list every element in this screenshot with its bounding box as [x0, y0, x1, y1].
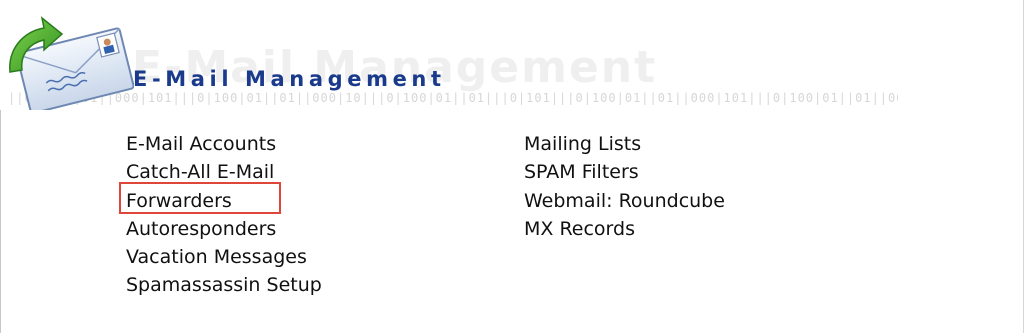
panel-border-left — [0, 110, 1, 333]
link-mx-records[interactable]: MX Records — [524, 215, 725, 243]
envelope-with-arrow-icon — [9, 16, 134, 110]
links-column-right: Mailing Lists SPAM Filters Webmail: Roun… — [524, 130, 725, 243]
page-title: E-Mail Management — [133, 67, 446, 91]
link-catch-all-email[interactable]: Catch-All E-Mail — [126, 158, 322, 186]
email-management-panel: E-Mail Management ||00|01||01||000|101||… — [0, 0, 1024, 333]
link-forwarders[interactable]: Forwarders — [126, 187, 322, 215]
header-binary-decoration: ||00|01||01||000|101|||0|100|01||01||000… — [8, 91, 898, 105]
links-column-left: E-Mail Accounts Catch-All E-Mail Forward… — [126, 130, 322, 300]
link-spam-filters[interactable]: SPAM Filters — [524, 158, 725, 186]
link-vacation-messages[interactable]: Vacation Messages — [126, 243, 322, 271]
link-webmail-roundcube[interactable]: Webmail: Roundcube — [524, 187, 725, 215]
link-mailing-lists[interactable]: Mailing Lists — [524, 130, 725, 158]
section-header: E-Mail Management ||00|01||01||000|101||… — [0, 0, 1024, 112]
link-email-accounts[interactable]: E-Mail Accounts — [126, 130, 322, 158]
link-spamassassin-setup[interactable]: Spamassassin Setup — [126, 271, 322, 299]
link-autoresponders[interactable]: Autoresponders — [126, 215, 322, 243]
